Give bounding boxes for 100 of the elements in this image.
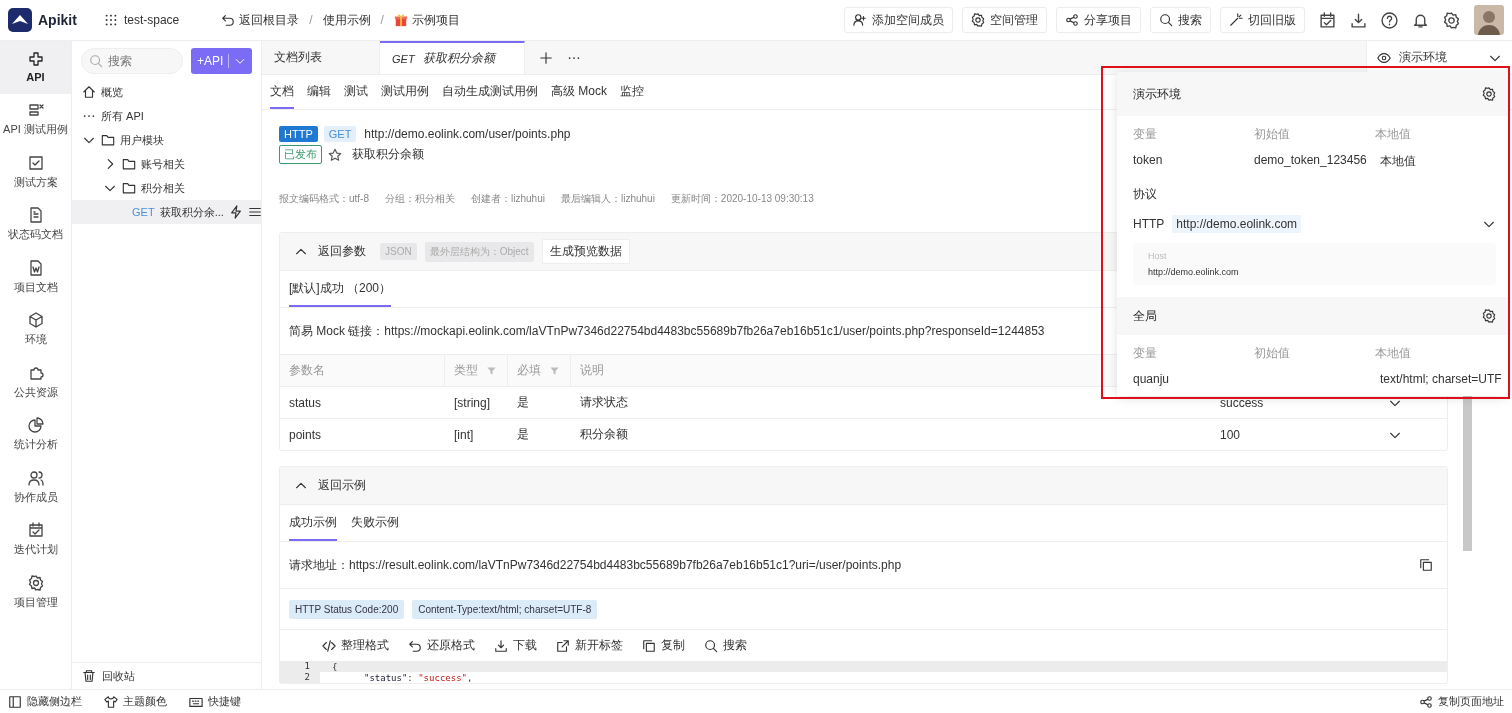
tree-item[interactable]: 用户模块 xyxy=(72,128,261,152)
sidebar-item[interactable]: 统计分析 xyxy=(0,408,71,461)
sidebar-label: 项目管理 xyxy=(13,594,58,610)
column-header: 本地值 xyxy=(1375,126,1412,143)
sidebar-item[interactable]: 迭代计划 xyxy=(0,513,71,566)
sidebar-item[interactable]: 环境 xyxy=(0,303,71,356)
sub-tab[interactable]: 测试 xyxy=(344,75,368,109)
scrollbar[interactable] xyxy=(1463,393,1472,551)
sidebar-item[interactable]: 协作成员 xyxy=(0,461,71,514)
avatar[interactable] xyxy=(1474,5,1504,35)
breadcrumb-link[interactable]: 使用示例 xyxy=(322,11,371,29)
search-field[interactable]: 搜索 xyxy=(81,48,183,74)
section-title: 演示环境 xyxy=(1133,85,1181,103)
header-button[interactable]: 搜索 xyxy=(1150,7,1211,33)
tree-label: 积分相关 xyxy=(141,180,185,196)
sub-tab[interactable]: 高级 Mock xyxy=(551,75,607,109)
toolbar-button[interactable]: 下载 xyxy=(494,637,537,654)
column-header: 参数名 xyxy=(289,362,325,379)
menu-icon[interactable] xyxy=(247,205,262,219)
tree-item[interactable]: GET 获取积分余... xyxy=(72,200,261,224)
calendar-icon[interactable] xyxy=(1319,11,1336,29)
search-icon xyxy=(89,54,103,68)
breadcrumb-link[interactable]: 返回根目录 xyxy=(221,11,300,29)
settings-icon[interactable] xyxy=(1482,87,1496,101)
shirt-icon xyxy=(104,694,118,709)
example-tab[interactable]: 失败示例 xyxy=(351,505,399,541)
checkbox-icon xyxy=(27,154,44,171)
star-icon[interactable] xyxy=(328,147,342,162)
search-icon xyxy=(704,638,718,653)
table-cell: 是 xyxy=(517,394,529,411)
sidebar-label: 项目文档 xyxy=(13,279,58,295)
header-button[interactable]: 切回旧版 xyxy=(1220,7,1305,33)
sub-tab[interactable]: 自动生成测试用例 xyxy=(442,75,538,109)
response-tab[interactable]: [默认]成功 （200） xyxy=(289,271,392,307)
help-icon[interactable] xyxy=(1381,11,1398,29)
settings-icon[interactable] xyxy=(1482,309,1496,323)
sidebar-item[interactable]: 项目文档 xyxy=(0,251,71,304)
sidebar-item[interactable]: 公共资源 xyxy=(0,356,71,409)
recycle-bin-link[interactable]: 回收站 xyxy=(72,662,261,689)
header-button[interactable]: 空间管理 xyxy=(962,7,1047,33)
copy-page-address-button[interactable]: 复制页面地址 xyxy=(1419,694,1504,709)
column-header: 变量 xyxy=(1133,126,1158,143)
section-title: 全局 xyxy=(1133,307,1157,325)
meta-text: 分组：积分相关 xyxy=(385,192,455,206)
table-cell: 是 xyxy=(517,426,529,443)
cross-icon xyxy=(27,51,44,68)
breadcrumb-separator: / xyxy=(380,13,384,27)
space-name[interactable]: test-space xyxy=(123,13,180,27)
undo-icon xyxy=(221,13,236,27)
tree-item[interactable]: 账号相关 xyxy=(72,152,261,176)
table-cell: success xyxy=(1220,395,1264,410)
column-header: 类型 xyxy=(454,362,478,379)
generate-preview-button[interactable]: 生成预览数据 xyxy=(541,239,630,264)
table-cell: [string] xyxy=(454,395,490,410)
sidebar-item[interactable]: 项目管理 xyxy=(0,566,71,619)
status-bar-button[interactable]: 隐藏侧边栏 xyxy=(8,694,82,709)
breadcrumb-link[interactable]: 示例项目 xyxy=(393,11,460,29)
toolbar-button[interactable]: 整理格式 xyxy=(322,637,389,654)
tree-item[interactable]: 所有 API xyxy=(72,104,261,128)
status-bar-button[interactable]: 主题颜色 xyxy=(104,694,167,709)
toolbar-button[interactable]: 还原格式 xyxy=(408,637,475,654)
protocol-label: 协议 xyxy=(1132,186,1158,203)
mock-link[interactable]: https://mockapi.eolink.com/laVTnPw7346d22754bd4483bc55689b7fb26a7eb16b51c1/user/points.php?responseId=1244853 xyxy=(384,324,1045,338)
header-button[interactable]: 添加空间成员 xyxy=(844,7,953,33)
sub-tab[interactable]: 文档 xyxy=(270,75,294,109)
sub-tab[interactable]: 监控 xyxy=(620,75,644,109)
folder-icon xyxy=(122,181,136,195)
status-bar-button[interactable]: 快捷键 xyxy=(189,694,241,709)
example-tab[interactable]: 成功示例 xyxy=(289,505,337,541)
sidebar-item[interactable]: 测试方案 xyxy=(0,146,71,199)
table-cell: [int] xyxy=(454,427,474,442)
toolbar-button[interactable]: 新开标签 xyxy=(556,637,623,654)
meta-text: 报文编码格式：utf-8 xyxy=(279,192,369,206)
settings-icon[interactable] xyxy=(1443,11,1460,29)
lightning-icon[interactable] xyxy=(228,205,243,219)
document-tab[interactable]: GET 获取积分余额 xyxy=(380,41,525,74)
plus-icon[interactable] xyxy=(539,50,553,65)
line-number: 2 xyxy=(280,672,320,683)
sidebar-item[interactable]: API 测试用例 xyxy=(0,93,71,146)
tree-item[interactable]: 积分相关 xyxy=(72,176,261,200)
table-cell: points xyxy=(289,427,322,442)
bell-icon[interactable] xyxy=(1412,11,1429,29)
wand-icon xyxy=(1229,13,1243,27)
sidebar-item[interactable]: 状态码文档 xyxy=(0,198,71,251)
breadcrumb-separator: / xyxy=(309,13,313,27)
grid-icon xyxy=(103,13,118,27)
toolbar-button[interactable]: 复制 xyxy=(642,637,685,654)
add-api-button[interactable]: +API xyxy=(191,48,252,74)
request-address: https://result.eolink.com/laVTnPw7346d22754bd4483bc55689b7fb26a7eb16b51c1?uri=/user/points.php xyxy=(349,558,902,572)
tree-item[interactable]: 概览 xyxy=(72,80,261,104)
folder-icon xyxy=(122,157,136,171)
sub-tab[interactable]: 编辑 xyxy=(307,75,331,109)
copy-icon[interactable] xyxy=(1419,558,1433,572)
sub-tab[interactable]: 测试用例 xyxy=(381,75,429,109)
sidebar-label: 协作成员 xyxy=(13,489,58,505)
download-icon[interactable] xyxy=(1350,11,1367,29)
sidebar-item[interactable]: API xyxy=(0,41,71,94)
copy-icon xyxy=(642,638,656,653)
header-button[interactable]: 分享项目 xyxy=(1056,7,1141,33)
toolbar-button[interactable]: 搜索 xyxy=(704,637,747,654)
